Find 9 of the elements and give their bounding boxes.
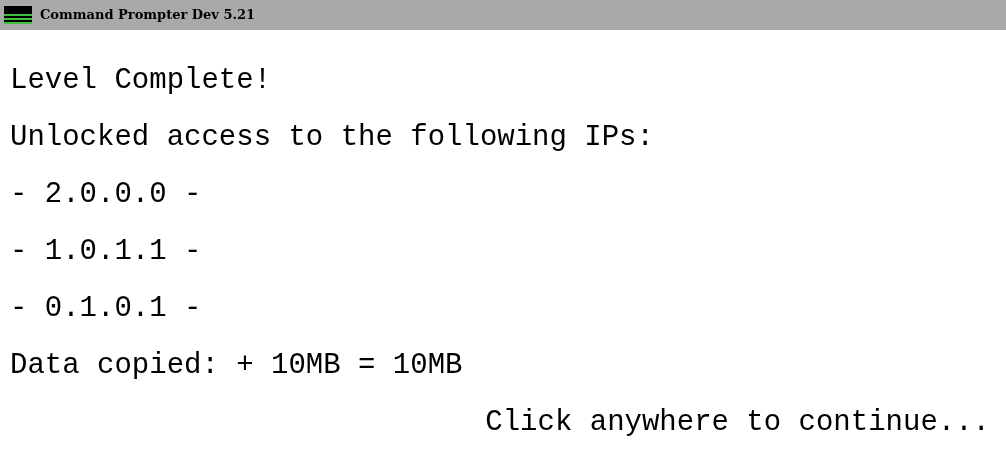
console-line: Unlocked access to the following IPs: [10, 121, 654, 154]
console-line: Level Complete! [10, 64, 272, 97]
console-line: Data copied: + 10MB = 10MB [10, 349, 463, 382]
continue-prompt[interactable]: Click anywhere to continue... [485, 406, 990, 439]
terminal-icon [4, 6, 32, 24]
console-line: - 1.0.1.1 - [10, 235, 202, 268]
console-line: - 0.1.0.1 - [10, 292, 202, 325]
window-title: Command Prompter Dev 5.21 [40, 6, 256, 25]
console-line: - 2.0.0.0 - [10, 178, 202, 211]
